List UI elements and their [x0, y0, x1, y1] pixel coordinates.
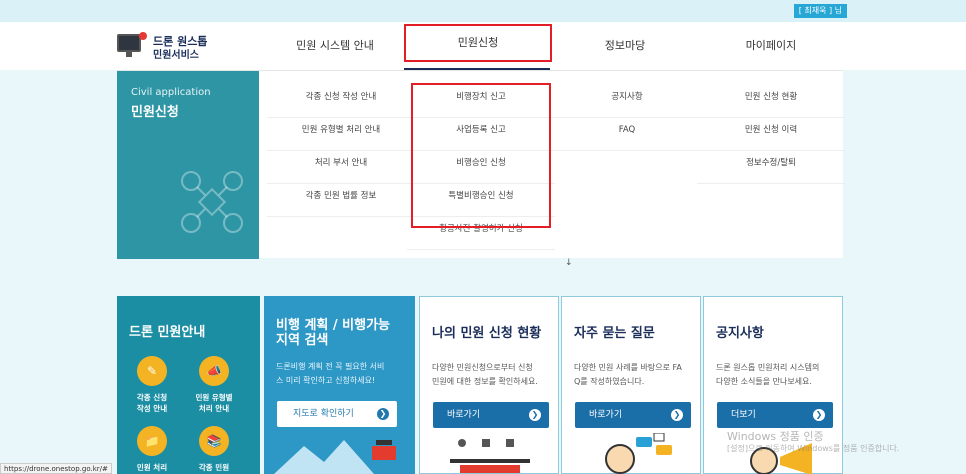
status-bar-url: https://drone.onestop.go.kr/# — [0, 463, 112, 474]
chevron-down-icon: ↓ — [565, 258, 573, 268]
section-title-ko: 민원신청 — [131, 105, 179, 120]
site-header: 드론 원스톱 민원서비스 민원 시스템 안내 민원신청 정보마당 마이페이지 — [0, 22, 966, 71]
menu-app-status[interactable]: 민원 신청 현황 — [697, 85, 845, 118]
arrow-right-icon: ❯ — [377, 408, 389, 420]
card-description: 다양한 민원 사례를 바탕으로 FA Q를 작성하였습니다. — [574, 363, 682, 386]
megaphone-icon[interactable]: 📣 — [199, 356, 229, 386]
dropdown-column-mypage: 민원 신청 현황 민원 신청 이력 정보수정/탈퇴 — [697, 85, 845, 184]
card-flight-search: 비행 계획 / 비행가능 지역 검색 드론비행 계획 전 꼭 필요한 서비 스 … — [264, 296, 415, 474]
card-civil-guide: 드론 민원안내 ✎ 📣 각종 신청 작성 안내 민원 유형별 처리 안내 📁 📚… — [117, 296, 260, 474]
menu-law-info[interactable]: 각종 민원 법률 정보 — [267, 184, 415, 217]
top-utility-bar: [ 최재욱 ] 님 — [0, 0, 966, 22]
card-title: 드론 민원안내 — [129, 325, 206, 340]
status-go-button[interactable]: 바로가기 ❯ — [433, 402, 549, 428]
button-label: 지도로 확인하기 — [293, 409, 354, 419]
card-description: 드론비행 계획 전 꼭 필요한 서비 스 미리 확인하고 신청하세요! — [276, 362, 385, 385]
red-dot-icon — [139, 32, 147, 40]
menu-type-guide[interactable]: 민원 유형별 처리 안내 — [267, 118, 415, 151]
menu-dept-guide[interactable]: 처리 부서 안내 — [267, 151, 415, 184]
icon-caption: 각종 민원 — [198, 463, 230, 472]
books-icon[interactable]: 📚 — [199, 426, 229, 456]
site-logo[interactable]: 드론 원스톱 민원서비스 — [117, 30, 237, 61]
card-title: 자주 묻는 질문 — [574, 326, 655, 341]
arrow-right-icon: ❯ — [813, 409, 825, 421]
icon-caption: 각종 신청 작성 안내 — [136, 393, 168, 413]
menu-notice[interactable]: 공지사항 — [553, 85, 701, 118]
logo-text-line2: 민원서비스 — [153, 50, 199, 61]
mega-dropdown: Civil application 민원신청 각종 신청 작성 안내 민원 유형… — [117, 70, 845, 259]
icon-caption: 민원 유형별 처리 안내 — [195, 393, 233, 413]
windows-activation-watermark: Windows 정품 인증 — [727, 430, 824, 443]
button-label: 바로가기 — [447, 410, 481, 420]
map-check-button[interactable]: 지도로 확인하기 ❯ — [277, 401, 397, 427]
support-agent-illustration — [605, 433, 672, 474]
nav-info[interactable]: 정보마당 — [552, 22, 698, 70]
dropdown-section-panel: Civil application 민원신청 — [117, 71, 259, 259]
nav-civil-application[interactable]: 민원신청 — [404, 24, 552, 62]
card-description: 다양한 민원신청으로부터 신청 민원에 대한 정보를 확인하세요. — [432, 363, 538, 386]
card-my-status: 나의 민원 신청 현황 다양한 민원신청으로부터 신청 민원에 대한 정보를 확… — [419, 296, 559, 474]
device-illustration — [450, 439, 530, 473]
mountain-illustration — [274, 440, 396, 474]
button-label: 더보기 — [731, 410, 756, 420]
card-faq: 자주 묻는 질문 다양한 민원 사례를 바탕으로 FA Q를 작성하였습니다. … — [561, 296, 701, 474]
user-badge[interactable]: [ 최재욱 ] 님 — [793, 4, 847, 18]
dropdown-column-guide: 각종 신청 작성 안내 민원 유형별 처리 안내 처리 부서 안내 각종 민원 … — [267, 85, 415, 217]
card-title: 공지사항 — [716, 326, 764, 341]
folder-icon[interactable]: 📁 — [137, 426, 167, 456]
arrow-right-icon: ❯ — [671, 409, 683, 421]
menu-app-history[interactable]: 민원 신청 이력 — [697, 118, 845, 151]
monitor-icon — [117, 34, 141, 57]
icon-caption: 민원 처리 — [136, 463, 168, 472]
section-title-en: Civil application — [131, 87, 211, 98]
nav-mypage[interactable]: 마이페이지 — [698, 22, 844, 70]
drone-outline-icon — [181, 171, 243, 233]
card-title: 비행 계획 / 비행가능 지역 검색 — [276, 318, 391, 348]
card-title: 나의 민원 신청 현황 — [432, 326, 542, 341]
card-description: 드론 원스톱 민원처리 시스템의 다양한 소식들을 만나보세요. — [716, 363, 820, 386]
menu-account-edit[interactable]: 정보수정/탈퇴 — [697, 151, 845, 184]
menu-faq[interactable]: FAQ — [553, 118, 701, 151]
pencil-icon[interactable]: ✎ — [137, 356, 167, 386]
windows-activation-hint: [설정]으로 이동하여 Windows를 정품 인증합니다. — [727, 444, 900, 453]
nav-system-guide[interactable]: 민원 시스템 안내 — [262, 22, 408, 70]
menu-form-guide[interactable]: 각종 신청 작성 안내 — [267, 85, 415, 118]
highlight-box — [411, 83, 551, 228]
faq-go-button[interactable]: 바로가기 ❯ — [575, 402, 691, 428]
arrow-right-icon: ❯ — [529, 409, 541, 421]
dropdown-column-info: 공지사항 FAQ — [553, 85, 701, 151]
notice-more-button[interactable]: 더보기 ❯ — [717, 402, 833, 428]
button-label: 바로가기 — [589, 410, 623, 420]
